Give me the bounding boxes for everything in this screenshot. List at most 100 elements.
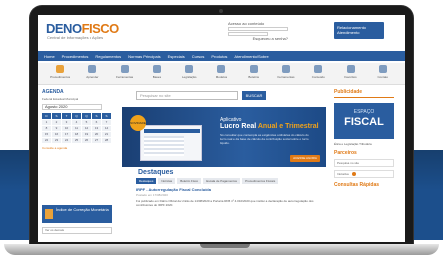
- partners-search[interactable]: Pesquisa no site: [334, 159, 394, 167]
- agenda-more-link[interactable]: Consulte a agenda: [42, 146, 116, 150]
- ad-link[interactable]: Ética e Legislação Tributária: [334, 142, 400, 146]
- calendar-day[interactable]: 7: [102, 120, 111, 125]
- calendar-day[interactable]: 4: [72, 120, 81, 125]
- espaco-fiscal-ad[interactable]: ESPAÇO FISCAL: [334, 103, 394, 139]
- toolbar-item[interactable]: Aprender: [81, 65, 103, 82]
- laptop-screen: DENOFISCO Central de Informações • Ações…: [38, 15, 405, 242]
- hero-description: Só consultar que contempla as exigências…: [220, 133, 309, 145]
- tab-bulletin[interactable]: Boletim Fisco: [177, 178, 202, 184]
- calendar-day[interactable]: 28: [102, 138, 111, 143]
- calendar-day[interactable]: 20: [92, 132, 101, 137]
- tab-news[interactable]: Notícias: [158, 178, 176, 184]
- nav-item[interactable]: Atendimento/Sobre: [234, 54, 268, 59]
- hero-banner[interactable]: NOVIDADE Aplicativo Lucro Real Anual e T…: [122, 107, 326, 167]
- nav-item[interactable]: Cursos: [192, 54, 205, 59]
- calendar-weekday: S: [52, 113, 61, 119]
- calendar-weekday: T: [62, 113, 71, 119]
- calendar-day[interactable]: 23: [52, 138, 61, 143]
- logo-subtitle: Central de Informações • Ações: [47, 35, 104, 40]
- calendar-day[interactable]: 13: [92, 126, 101, 131]
- toolbar-item[interactable]: Boletins: [243, 65, 265, 82]
- nav-item[interactable]: Normas Principais: [128, 54, 160, 59]
- nav-item[interactable]: Procedimentos: [62, 54, 89, 59]
- calendar-day[interactable]: 11: [72, 126, 81, 131]
- toolbar-icon: [249, 65, 258, 73]
- calendar-day[interactable]: 6: [92, 120, 101, 125]
- site-logo[interactable]: DENOFISCO: [46, 21, 119, 36]
- toolbar-icon: [346, 65, 355, 73]
- agenda-filter-links[interactable]: Federal Estadual Municipal: [42, 97, 116, 101]
- calendar-day[interactable]: 2: [52, 120, 61, 125]
- relationship-button[interactable]: Relacionamento Atendimento: [334, 22, 384, 39]
- toolbar-icon: [314, 65, 323, 73]
- toolbar-item[interactable]: Contato: [372, 65, 394, 82]
- calendar-day[interactable]: 17: [62, 132, 71, 137]
- search-button[interactable]: BUSCAR: [242, 91, 266, 100]
- calendar-day[interactable]: 19: [82, 132, 91, 137]
- calendar-day[interactable]: 26: [82, 138, 91, 143]
- calendar-weekday: S: [92, 113, 101, 119]
- calendar-day[interactable]: 10: [62, 126, 71, 131]
- calendar-day[interactable]: 16: [52, 132, 61, 137]
- icon-toolbar: Procedimentos Aprender Ferramentas Bases…: [38, 63, 405, 85]
- hero-cta-button[interactable]: ACESSE AGORA: [290, 155, 320, 162]
- nav-item[interactable]: Home: [44, 54, 55, 59]
- calendar-day[interactable]: 21: [102, 132, 111, 137]
- login-area: Acesso ao conteúdo Esqueceu a senha?: [228, 21, 323, 41]
- calendar-day[interactable]: 5: [82, 120, 91, 125]
- status-dot-icon: [351, 172, 356, 177]
- calendar-weekday: Q: [72, 113, 81, 119]
- calendar-day[interactable]: 9: [52, 126, 61, 131]
- nav-item[interactable]: Produtos: [211, 54, 227, 59]
- laptop-base: [4, 244, 439, 255]
- forgot-password-link[interactable]: Esqueceu a senha?: [228, 36, 288, 41]
- calendar-day[interactable]: 3: [62, 120, 71, 125]
- month-select[interactable]: Agosto 2020: [42, 104, 102, 110]
- calendar-day[interactable]: 18: [72, 132, 81, 137]
- article-item: IRPF - Autorregulação Fiscal Concluída P…: [136, 187, 318, 207]
- login-label: Acesso ao conteúdo: [228, 21, 265, 26]
- toolbar-item[interactable]: Ferramentas: [275, 65, 297, 82]
- hero-title: Lucro Real Anual e Trimestral: [220, 123, 319, 130]
- tab-highlights[interactable]: Destaques: [136, 178, 157, 184]
- tab-payments[interactable]: Escala de Pagamentos: [203, 178, 241, 184]
- toolbar-item[interactable]: Legislação: [178, 65, 200, 82]
- search-input[interactable]: Pesquisar no site: [136, 91, 238, 100]
- calendar-day[interactable]: 27: [92, 138, 101, 143]
- toolbar-icon: [378, 65, 387, 73]
- toolbar-item[interactable]: Bases: [146, 65, 168, 82]
- ad-section-title: Publicidade: [334, 89, 363, 95]
- correction-index-banner[interactable]: Índice de Correção Monetária: [42, 205, 112, 223]
- article-date: Postado em 17/08/2020: [136, 193, 168, 197]
- partners-initiative[interactable]: Iniciativa: [334, 170, 394, 178]
- section-tabs: Destaques Notícias Boletim Fisco Escala …: [136, 178, 279, 184]
- toolbar-item[interactable]: Modelos: [210, 65, 232, 82]
- search-bar: Pesquisar no site BUSCAR: [136, 91, 266, 100]
- toolbar-item[interactable]: Procedimentos: [49, 65, 71, 82]
- nav-item[interactable]: Regulamentos: [95, 54, 121, 59]
- calendar-day[interactable]: 25: [72, 138, 81, 143]
- nav-item[interactable]: Especiais: [168, 54, 185, 59]
- calendar-day[interactable]: 15: [42, 132, 51, 137]
- calendar-day[interactable]: 14: [102, 126, 111, 131]
- site-header: DENOFISCO Central de Informações • Ações…: [38, 15, 405, 47]
- toolbar-item[interactable]: Ferramentas: [114, 65, 136, 82]
- calendar-day[interactable]: 12: [82, 126, 91, 131]
- quick-queries-title: Consultas Rápidas: [334, 182, 380, 188]
- toolbar-icon: [120, 65, 129, 73]
- article-title[interactable]: IRPF - Autorregulação Fiscal Concluída: [136, 187, 318, 192]
- calendar-grid: D S T Q Q S S 1 2 3 4 5 6 7 8 9 10 11 12 13 14 15 16 17 18 19 20 21…: [42, 113, 116, 143]
- calendar-day[interactable]: 8: [42, 126, 51, 131]
- calendar-day[interactable]: 22: [42, 138, 51, 143]
- toolbar-item[interactable]: Favoritos: [340, 65, 362, 82]
- section-title: Destaques: [138, 169, 174, 176]
- agenda-column: AGENDA Federal Estadual Municipal Agosto…: [42, 89, 116, 239]
- calendar-day[interactable]: 24: [62, 138, 71, 143]
- app-preview-image: [140, 125, 202, 161]
- toolbar-icon: [185, 65, 194, 73]
- see-more-select[interactable]: Ver os demais: [42, 227, 112, 234]
- tab-procedures[interactable]: Procedimentos Fiscais: [242, 178, 279, 184]
- toolbar-item[interactable]: Conteúdo: [307, 65, 329, 82]
- calendar-weekday: S: [102, 113, 111, 119]
- calendar-day[interactable]: 1: [42, 120, 51, 125]
